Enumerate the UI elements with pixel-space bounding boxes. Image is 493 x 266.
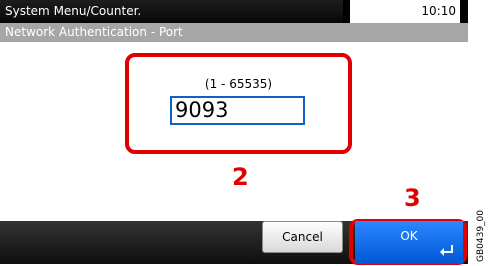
clock-time: 10:10 bbox=[350, 0, 460, 23]
ok-button[interactable]: OK bbox=[355, 221, 463, 264]
port-input-highlight: (1 - 65535) 9093 bbox=[125, 53, 352, 154]
title-bar: System Menu/Counter. 10:10 bbox=[0, 0, 468, 23]
ok-label: OK bbox=[400, 229, 418, 243]
screen-frame: System Menu/Counter. 10:10 Network Authe… bbox=[0, 0, 493, 266]
step-number-2: 2 bbox=[232, 163, 249, 191]
figure-code: GB0439_00 bbox=[476, 209, 486, 262]
step-number-3: 3 bbox=[404, 184, 421, 212]
enter-icon bbox=[440, 245, 453, 256]
cancel-button[interactable]: Cancel bbox=[262, 221, 343, 253]
screen-panel: System Menu/Counter. 10:10 Network Authe… bbox=[0, 0, 468, 265]
range-label: (1 - 65535) bbox=[204, 77, 273, 91]
menu-title: System Menu/Counter. bbox=[0, 0, 343, 23]
page-subtitle: Network Authentication - Port bbox=[0, 23, 468, 42]
port-number-field[interactable]: 9093 bbox=[170, 96, 305, 125]
